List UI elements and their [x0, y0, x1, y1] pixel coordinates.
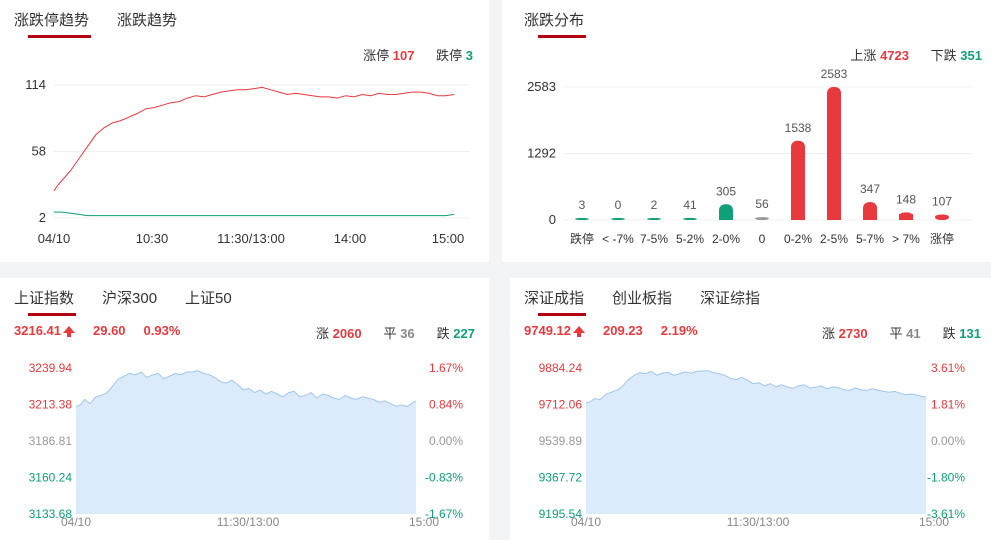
x-tick-label: 15:00 [409, 515, 439, 529]
pct-tick-label: 1.67% [429, 361, 463, 375]
sh-index-chart: 3239.94 1.67% 3213.38 0.84% 3186.81 0.00% 3160… [29, 361, 464, 529]
x-tick-label: 11:30/13:00 [727, 515, 790, 529]
price-area [586, 370, 926, 514]
category-label: 0-2% [784, 232, 812, 246]
bar [611, 218, 625, 220]
bar-base [791, 214, 805, 220]
y-tick-label: 1292 [527, 145, 556, 160]
category-label: < -7% [602, 232, 634, 246]
bar-value-label: 2583 [821, 67, 848, 81]
bar-value-label: 305 [716, 184, 736, 198]
bar [575, 218, 589, 220]
y-tick-label: 114 [25, 77, 46, 92]
pct-tick-label: 3.61% [931, 361, 965, 375]
distribution-panel: 涨跌分布 上涨 4723 下跌 351 2583 1292 0 3 跌停 0 < -7% 2 7… [502, 0, 991, 262]
x-tick-label: 04/10 [61, 515, 91, 529]
bar-value-label: 56 [755, 197, 769, 211]
y-tick-label: 9884.24 [539, 361, 583, 375]
y-tick-label: 2 [39, 210, 46, 225]
bar [827, 87, 841, 220]
pct-tick-label: -0.83% [425, 471, 463, 485]
bar-value-label: 148 [896, 192, 916, 206]
bar [755, 217, 769, 220]
sz-index-panel: 深证成指 创业板指 深证综指 9749.12 209.23 2.19% 涨 27… [510, 278, 991, 540]
bar [683, 217, 697, 220]
x-tick-label: 04/10 [571, 515, 601, 529]
y-tick-label: 3160.24 [29, 471, 73, 485]
distribution-chart: 2583 1292 0 3 跌停 0 < -7% 2 7-5% 41 5-2% 305 2-0% 56 0 1… [527, 67, 972, 246]
category-label: 涨停 [930, 231, 954, 246]
x-tick-label: 15:00 [919, 515, 949, 529]
y-tick-label: 9712.06 [539, 398, 583, 412]
x-tick-label: 14:00 [334, 231, 367, 246]
category-label: 跌停 [570, 231, 594, 246]
y-tick-label: 2583 [527, 79, 556, 94]
pct-tick-label: -1.80% [927, 471, 965, 485]
bar-value-label: 41 [683, 198, 697, 212]
bar-base [827, 214, 841, 220]
bar-value-label: 347 [860, 182, 880, 196]
y-tick-label: 58 [32, 144, 46, 159]
category-label: > 7% [892, 232, 920, 246]
limit-trend-panel: 涨跌停趋势 涨跌趋势 涨停 107 跌停 3 114 58 2 04/10 10:30 1… [0, 0, 489, 262]
bar-value-label: 107 [932, 194, 952, 208]
sh-index-panel: 上证指数 沪深300 上证50 3216.41 29.60 0.93% 涨 20… [0, 278, 489, 540]
category-label: 0 [759, 232, 766, 246]
x-tick-label: 15:00 [432, 231, 465, 246]
bar-value-label: 1538 [785, 121, 812, 135]
limit-trend-chart: 114 58 2 04/10 10:30 11:30/13:00 14:00 15:00 [25, 77, 470, 246]
y-tick-label: 3186.81 [29, 434, 73, 448]
bar-value-label: 0 [615, 198, 622, 212]
bar-base [863, 214, 877, 220]
y-tick-label: 9539.89 [539, 434, 583, 448]
bar-value-label: 2 [651, 198, 658, 212]
category-label: 2-5% [820, 232, 848, 246]
y-tick-label: 3239.94 [29, 361, 73, 375]
price-area [76, 370, 416, 514]
y-tick-label: 0 [549, 212, 556, 227]
bar [935, 214, 949, 220]
category-label: 5-2% [676, 232, 704, 246]
category-label: 7-5% [640, 232, 668, 246]
x-tick-label: 10:30 [136, 231, 169, 246]
y-tick-label: 9367.72 [539, 471, 583, 485]
x-tick-label: 04/10 [38, 231, 71, 246]
bar [791, 140, 805, 220]
limit-up-series-line [53, 86, 455, 191]
pct-tick-label: 0.00% [429, 434, 463, 448]
category-label: 2-0% [712, 232, 740, 246]
bar-value-label: 3 [579, 198, 586, 212]
bar-base [899, 214, 913, 220]
pct-tick-label: 0.84% [429, 398, 463, 412]
pct-tick-label: 0.00% [931, 434, 965, 448]
x-tick-label: 11:30/13:00 [217, 231, 285, 246]
x-tick-label: 11:30/13:00 [217, 515, 280, 529]
bar-base [719, 214, 733, 220]
y-tick-label: 3213.38 [29, 398, 73, 412]
sz-index-chart: 9884.24 3.61% 9712.06 1.81% 9539.89 0.00% 9367… [539, 361, 966, 529]
limit-down-series-line [54, 211, 455, 217]
pct-tick-label: 1.81% [931, 398, 965, 412]
bar [647, 218, 661, 220]
category-label: 5-7% [856, 232, 884, 246]
